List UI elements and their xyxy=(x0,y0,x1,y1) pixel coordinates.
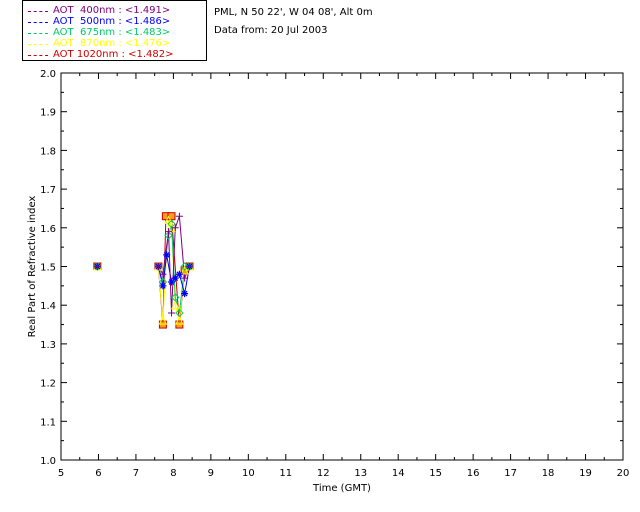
x-tick-label: 20 xyxy=(617,468,630,479)
y-tick-label: 1.4 xyxy=(40,301,56,312)
y-axis-label: Real Part of Refractive index xyxy=(27,196,38,338)
x-tick-label: 16 xyxy=(467,468,480,479)
y-tick-label: 1.1 xyxy=(40,417,56,428)
series-line-0 xyxy=(157,216,190,313)
x-tick-label: 8 xyxy=(170,468,176,479)
x-tick-label: 18 xyxy=(542,468,555,479)
y-tick-label: 2.0 xyxy=(40,69,56,80)
x-tick-label: 6 xyxy=(95,468,101,479)
x-tick-label: 9 xyxy=(208,468,214,479)
x-tick-label: 7 xyxy=(133,468,139,479)
refractive-index-chart: 5 6 7 8 9 10 11 12 13 14 15 16 17 18 19 20 1.0 1.1 1.2 1.3 1… xyxy=(27,69,630,494)
data-point-series-0 xyxy=(175,212,183,220)
x-tick-label: 17 xyxy=(504,468,517,479)
x-tick-label: 15 xyxy=(429,468,442,479)
plot-frame xyxy=(60,72,624,461)
x-tick-label: 5 xyxy=(58,468,64,479)
y-tick-label: 1.2 xyxy=(40,379,56,390)
x-axis-label: Time (GMT) xyxy=(312,483,371,494)
data-point-series-0 xyxy=(168,309,176,317)
x-tick-label: 19 xyxy=(579,468,592,479)
y-tick-label: 1.8 xyxy=(40,146,56,157)
y-tick-label: 1.9 xyxy=(40,108,56,119)
x-tick-label: 13 xyxy=(354,468,367,479)
y-tick-label: 1.0 xyxy=(40,456,56,467)
y-tick-label: 1.5 xyxy=(40,263,56,274)
y-tick-label: 1.6 xyxy=(40,224,56,235)
y-tick-label: 1.7 xyxy=(40,185,56,196)
x-tick-label: 10 xyxy=(242,468,255,479)
y-tick-label: 1.3 xyxy=(40,340,56,351)
x-tick-label: 12 xyxy=(317,468,330,479)
x-tick-label: 11 xyxy=(279,468,292,479)
x-tick-label: 14 xyxy=(392,468,405,479)
